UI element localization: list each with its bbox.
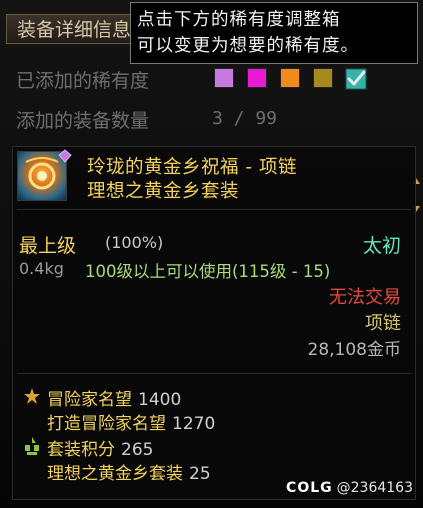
divider (17, 373, 411, 374)
stat-label: 冒险家名望 (47, 390, 132, 410)
tooltip-line-2: 可以变更为想要的稀有度。 (137, 36, 359, 56)
stat-label: 理想之黄金乡套装 (47, 464, 183, 484)
rarity-swatch-orange[interactable] (280, 68, 300, 88)
added-rarity-label: 已添加的稀有度 (16, 70, 150, 92)
stat-label: 打造冒险家名望 (47, 414, 166, 434)
item-trade-status: 无法交易 (329, 287, 401, 308)
set-points-icon (25, 437, 39, 455)
stat-label: 套装积分 (47, 440, 115, 460)
watermark-logo: COLG (286, 480, 333, 496)
divider (17, 209, 411, 210)
item-slot: 项链 (365, 313, 401, 334)
item-grade: 最上级 (19, 235, 77, 257)
tooltip-line-1: 点击下方的稀有度调整箱 (137, 10, 341, 30)
added-count-label: 添加的装备数量 (16, 110, 150, 132)
item-grade-percent: (100%) (105, 233, 164, 252)
watermark-handle: @2364163 (336, 480, 413, 496)
rarity-hint-tooltip: 点击下方的稀有度调整箱 可以变更为想要的稀有度。 (130, 2, 418, 64)
stat-crafted-fame: 打造冒险家名望 1270 (47, 409, 215, 434)
item-price: 28,108金币 (307, 340, 401, 360)
rarity-swatch-magenta[interactable] (247, 68, 267, 88)
item-weight: 0.4kg (19, 259, 64, 278)
item-tooltip-panel: 玲珑的黄金乡祝福 - 项链 理想之黄金乡套装 最上级 (100%) 太初 0.4… (12, 146, 416, 500)
item-name: 玲珑的黄金乡祝福 - 项链 (87, 157, 297, 178)
rarity-swatch-olive[interactable] (313, 68, 333, 88)
item-level-requirement: 100级以上可以使用(115级 - 15) (85, 262, 331, 281)
stat-value: 1400 (138, 390, 182, 410)
item-set-name: 理想之黄金乡套装 (87, 181, 240, 202)
added-count-value: 3 / 99 (212, 108, 278, 129)
rarity-swatch-teal-checked-icon[interactable] (343, 66, 369, 92)
stat-value: 265 (121, 440, 154, 460)
fame-laurel-icon (24, 388, 40, 404)
stat-value: 1270 (172, 414, 216, 434)
set-badge-icon (58, 149, 72, 163)
stat-adventurer-fame: 冒险家名望 1400 (47, 385, 181, 410)
stat-set-bonus: 理想之黄金乡套装 25 (47, 459, 211, 484)
equipment-detail-window: 装备详细信息 点击下方的稀有度调整箱 可以变更为想要的稀有度。 已添加的稀有度 … (0, 0, 423, 508)
stat-value: 25 (189, 464, 211, 484)
rarity-swatch-purple[interactable] (214, 68, 234, 88)
item-rarity: 太初 (362, 235, 401, 257)
stat-set-points: 套装积分 265 (47, 435, 153, 460)
watermark: COLG @2364163 (286, 480, 413, 496)
